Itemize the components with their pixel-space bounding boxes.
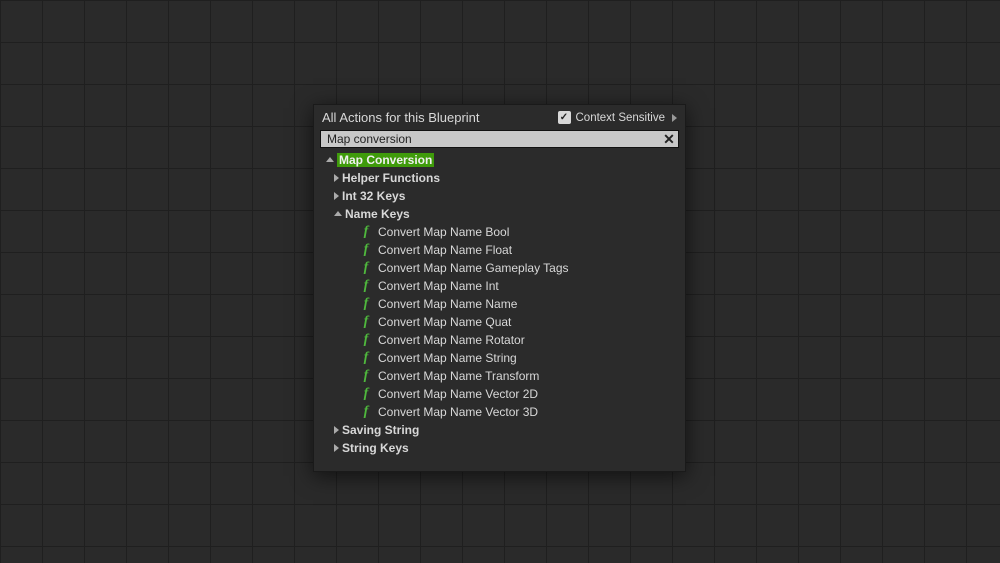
expand-icon bbox=[334, 211, 342, 216]
tree-func-convert-map-name-bool[interactable]: f Convert Map Name Bool bbox=[320, 223, 679, 241]
popup-title: All Actions for this Blueprint bbox=[322, 110, 480, 125]
category-label: Int 32 Keys bbox=[342, 189, 405, 203]
function-icon: f bbox=[360, 332, 372, 348]
tree-func-convert-map-name-float[interactable]: f Convert Map Name Float bbox=[320, 241, 679, 259]
category-label: String Keys bbox=[342, 441, 409, 455]
function-icon: f bbox=[360, 242, 372, 258]
context-checkbox[interactable]: ✓ bbox=[558, 111, 571, 124]
function-icon: f bbox=[360, 278, 372, 294]
tree-func-convert-map-name-vector-3d[interactable]: f Convert Map Name Vector 3D bbox=[320, 403, 679, 421]
function-label: Convert Map Name Int bbox=[378, 279, 499, 293]
check-icon: ✓ bbox=[560, 112, 568, 123]
tree-func-convert-map-name-rotator[interactable]: f Convert Map Name Rotator bbox=[320, 331, 679, 349]
function-icon: f bbox=[360, 296, 372, 312]
category-label: Helper Functions bbox=[342, 171, 440, 185]
tree-func-convert-map-name-vector-2d[interactable]: f Convert Map Name Vector 2D bbox=[320, 385, 679, 403]
chevron-right-icon bbox=[672, 114, 677, 122]
function-label: Convert Map Name Vector 3D bbox=[378, 405, 538, 419]
expand-icon bbox=[334, 192, 339, 200]
search-input[interactable] bbox=[321, 131, 660, 147]
function-label: Convert Map Name Rotator bbox=[378, 333, 525, 347]
tree-func-convert-map-name-name[interactable]: f Convert Map Name Name bbox=[320, 295, 679, 313]
tree-category-int32-keys[interactable]: Int 32 Keys bbox=[320, 187, 679, 205]
tree-category-saving-string[interactable]: Saving String bbox=[320, 421, 679, 439]
category-label: Map Conversion bbox=[337, 153, 434, 167]
expand-icon bbox=[326, 157, 334, 162]
context-label: Context Sensitive bbox=[576, 112, 666, 124]
function-label: Convert Map Name Float bbox=[378, 243, 512, 257]
function-label: Convert Map Name Quat bbox=[378, 315, 511, 329]
function-icon: f bbox=[360, 350, 372, 366]
popup-header: All Actions for this Blueprint ✓ Context… bbox=[314, 105, 685, 130]
function-icon: f bbox=[360, 404, 372, 420]
search-row: ✕ bbox=[320, 130, 679, 148]
tree-func-convert-map-name-transform[interactable]: f Convert Map Name Transform bbox=[320, 367, 679, 385]
function-label: Convert Map Name Bool bbox=[378, 225, 509, 239]
function-icon: f bbox=[360, 368, 372, 384]
function-label: Convert Map Name String bbox=[378, 351, 517, 365]
tree-func-convert-map-name-quat[interactable]: f Convert Map Name Quat bbox=[320, 313, 679, 331]
function-label: Convert Map Name Gameplay Tags bbox=[378, 261, 569, 275]
tree-func-convert-map-name-int[interactable]: f Convert Map Name Int bbox=[320, 277, 679, 295]
category-label: Name Keys bbox=[345, 207, 410, 221]
tree-category-string-keys[interactable]: String Keys bbox=[320, 439, 679, 457]
context-sensitive-group[interactable]: ✓ Context Sensitive bbox=[558, 111, 678, 124]
tree-root-map-conversion[interactable]: Map Conversion bbox=[320, 151, 679, 169]
action-tree: Map Conversion Helper Functions Int 32 K… bbox=[314, 151, 685, 471]
tree-category-helper-functions[interactable]: Helper Functions bbox=[320, 169, 679, 187]
tree-func-convert-map-name-gameplay-tags[interactable]: f Convert Map Name Gameplay Tags bbox=[320, 259, 679, 277]
function-label: Convert Map Name Transform bbox=[378, 369, 539, 383]
function-label: Convert Map Name Name bbox=[378, 297, 517, 311]
category-label: Saving String bbox=[342, 423, 419, 437]
expand-icon bbox=[334, 426, 339, 434]
tree-func-convert-map-name-string[interactable]: f Convert Map Name String bbox=[320, 349, 679, 367]
function-icon: f bbox=[360, 224, 372, 240]
expand-icon bbox=[334, 174, 339, 182]
clear-search-button[interactable]: ✕ bbox=[660, 130, 678, 148]
function-icon: f bbox=[360, 314, 372, 330]
function-label: Convert Map Name Vector 2D bbox=[378, 387, 538, 401]
blueprint-actions-popup: All Actions for this Blueprint ✓ Context… bbox=[313, 104, 686, 472]
tree-category-name-keys[interactable]: Name Keys bbox=[320, 205, 679, 223]
function-icon: f bbox=[360, 260, 372, 276]
expand-icon bbox=[334, 444, 339, 452]
function-icon: f bbox=[360, 386, 372, 402]
